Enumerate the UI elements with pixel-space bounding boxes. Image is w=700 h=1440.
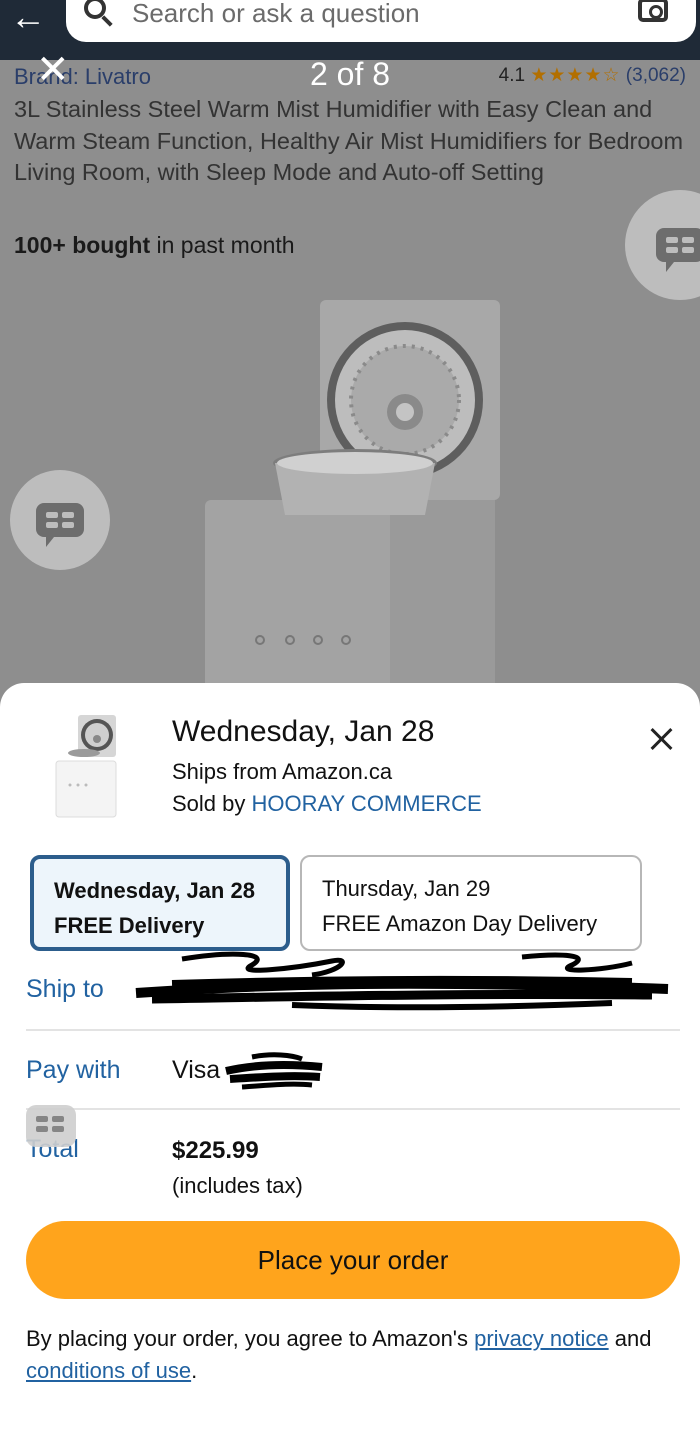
place-order-button[interactable]: Place your order	[26, 1221, 680, 1299]
legal-middle: and	[608, 1326, 652, 1351]
close-icon[interactable]	[646, 725, 676, 755]
divider	[26, 1029, 680, 1031]
ships-from: Ships from Amazon.ca	[172, 759, 393, 784]
product-title: 3L Stainless Steel Warm Mist Humidifier …	[14, 96, 684, 185]
sold-by-prefix: Sold by	[172, 791, 252, 816]
camera-icon[interactable]	[638, 0, 668, 22]
delivery-option-date: Thursday, Jan 29	[322, 876, 491, 901]
search-input[interactable]: Search or ask a question	[66, 0, 696, 42]
product-image[interactable]	[200, 290, 500, 720]
sold-by: Sold by HOORAY COMMERCE	[172, 791, 482, 817]
bought-rest: in past month	[150, 232, 295, 258]
total-amount: $225.99	[172, 1137, 259, 1164]
product-page-background: ← Search or ask a question Brand: Livatr…	[0, 0, 700, 720]
image-counter: 2 of 8	[309, 56, 391, 92]
delivery-option-wednesday[interactable]: Wednesday, Jan 28 FREE Delivery	[30, 855, 290, 951]
redacted-address	[135, 951, 669, 1011]
redacted-card	[225, 1052, 323, 1090]
legal-notice: By placing your order, you agree to Amaz…	[26, 1323, 676, 1387]
seller-link[interactable]: HOORAY COMMERCE	[252, 791, 482, 816]
payment-method: Visa	[172, 1056, 221, 1084]
back-arrow-icon[interactable]: ←	[10, 0, 46, 38]
ship-to-label[interactable]: Ship to	[26, 975, 104, 1004]
top-bar: ← Search or ask a question	[0, 0, 700, 60]
total-tax-note: (includes tax)	[172, 1173, 303, 1198]
delivery-option-thursday[interactable]: Thursday, Jan 29 FREE Amazon Day Deliver…	[300, 855, 642, 951]
divider	[26, 1108, 680, 1110]
legal-prefix: By placing your order, you agree to Amaz…	[26, 1326, 475, 1351]
bought-count: 100+ bought in past month	[14, 232, 295, 259]
bought-bold: 100+ bought	[14, 232, 151, 258]
conditions-of-use-link[interactable]: conditions of use	[26, 1358, 191, 1383]
delivery-option-type: FREE Amazon Day Delivery	[322, 911, 598, 936]
search-placeholder: Search or ask a question	[132, 0, 420, 28]
search-icon	[84, 0, 106, 19]
chat-bubble-icon[interactable]	[10, 470, 110, 570]
legal-suffix: .	[191, 1358, 198, 1383]
delivery-option-date: Wednesday, Jan 28	[54, 878, 255, 903]
delivery-date: Wednesday, Jan 28	[172, 715, 435, 748]
delivery-option-type: FREE Delivery	[54, 913, 205, 938]
pay-with-label[interactable]: Pay with	[26, 1056, 120, 1085]
privacy-notice-link[interactable]: privacy notice	[474, 1326, 609, 1351]
checkout-sheet: Wednesday, Jan 28 Ships from Amazon.ca S…	[0, 683, 700, 1440]
chat-bubble-icon[interactable]	[26, 1105, 76, 1147]
chat-bubble-icon[interactable]	[625, 190, 700, 300]
product-thumbnail	[55, 715, 117, 818]
